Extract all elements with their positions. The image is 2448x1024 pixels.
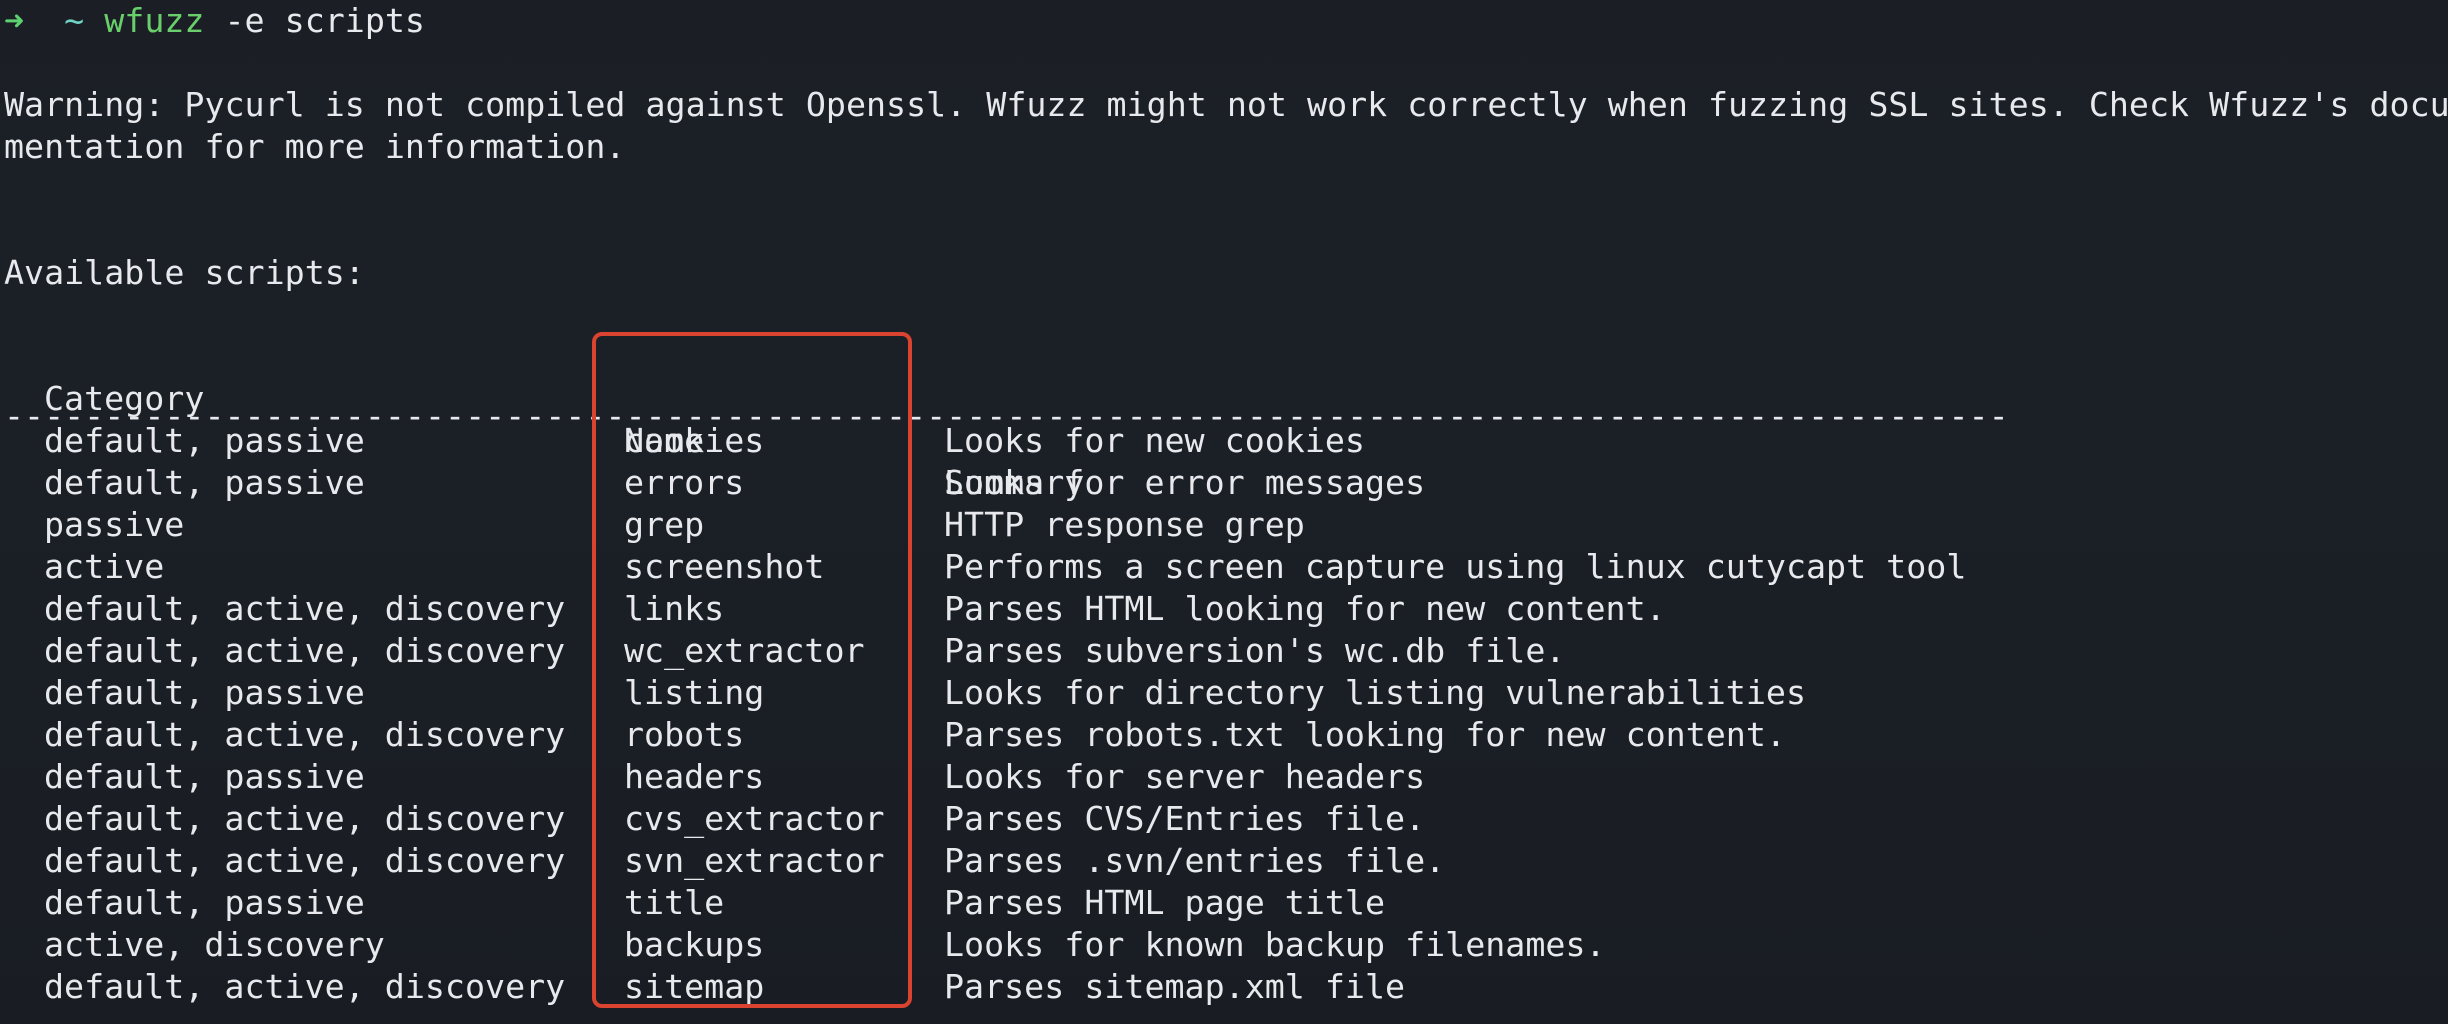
row-summary: Looks for new cookies [944,421,1365,460]
table-row: default, passive title Parses HTML page ti… [4,882,2444,924]
row-category: default, passive [44,757,365,796]
row-category: default, active, discovery [44,841,566,880]
row-summary: Parses robots.txt looking for new conten… [944,715,1786,754]
row-category: default, active, discovery [44,715,566,754]
table-row: default, active, discovery wc_extractor Pa… [4,630,2444,672]
table-row: default, passive listing Looks for directo… [4,672,2444,714]
table-header-row: Category Name Summary [4,336,2444,502]
terminal-output: ➜ ~ wfuzz -e scripts Warning: Pycurl is … [4,0,2448,1024]
table-row: default, active, discovery svn_extractor P… [4,840,2444,882]
row-category: active, discovery [44,925,385,964]
table-row: default, active, discovery links Parses HT… [4,588,2444,630]
prompt-directory: ~ [64,1,85,40]
row-summary: Looks for known backup filenames. [944,925,1606,964]
row-summary: Performs a screen capture using linux cu… [944,547,1967,586]
table-row: default, passive errors Looks for error me… [4,462,2444,504]
row-category: default, active, discovery [44,589,566,628]
row-category: active [44,547,165,586]
row-summary: Parses .svn/entries file. [944,841,1446,880]
row-summary: Looks for error messages [944,463,1426,502]
table-row: active screenshot Performs a screen captur… [4,546,2444,588]
row-summary: Parses HTML looking for new content. [944,589,1666,628]
warning-line-1: Warning: Pycurl is not compiled against … [4,85,2448,124]
prompt-args: -e scripts [224,1,425,40]
table-row: active, discovery backups Looks for known … [4,924,2444,966]
table-row: default, passive cookies Looks for new coo… [4,420,2444,462]
name-column-highlight [592,332,912,1008]
row-category: default, passive [44,463,365,502]
table-row: default, active, discovery sitemap Parses … [4,966,2444,1008]
section-heading: Available scripts: [4,253,365,292]
row-summary: Parses HTML page title [944,883,1386,922]
prompt-command: wfuzz [104,1,205,40]
row-summary: Parses sitemap.xml file [944,967,1406,1006]
row-summary: Parses subversion's wc.db file. [944,631,1566,670]
row-category: passive [44,505,185,544]
row-category: default, active, discovery [44,799,566,838]
row-category: default, passive [44,883,365,922]
row-category: default, passive [44,421,365,460]
prompt-line: ➜ ~ wfuzz -e scripts [4,0,425,42]
row-category: default, active, discovery [44,967,566,1006]
row-category: default, active, discovery [44,631,566,670]
row-summary: Parses CVS/Entries file. [944,799,1426,838]
row-summary: Looks for server headers [944,757,1426,796]
row-category: default, passive [44,673,365,712]
row-summary: HTTP response grep [944,505,1305,544]
table-row: default, passive headers Looks for server … [4,756,2444,798]
table-row: passive grep HTTP response grep [4,504,2444,546]
prompt-arrow-icon: ➜ [4,1,25,40]
table-row: default, active, discovery robots Parses r… [4,714,2444,756]
table-row: default, active, discovery cvs_extractor P… [4,798,2444,840]
warning-line-2: mentation for more information. [4,127,626,166]
row-summary: Looks for directory listing vulnerabilit… [944,673,1806,712]
